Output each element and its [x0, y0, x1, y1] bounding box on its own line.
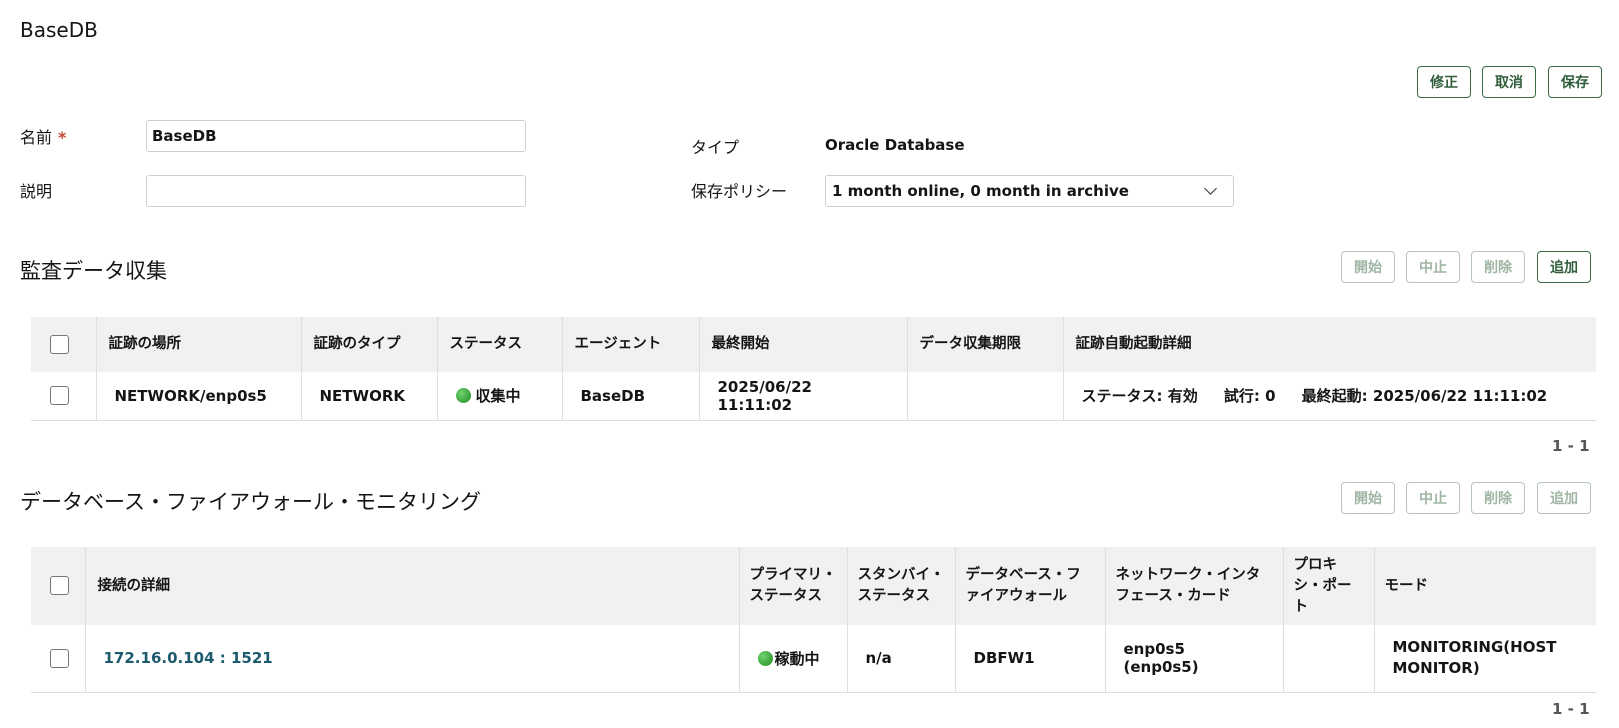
audit-table-header: 証跡の場所 証跡のタイプ ステータス エージェント 最終開始 データ収集期限 証…	[31, 317, 1596, 372]
trail-type: NETWORK	[301, 372, 438, 421]
audit-section-title: 監査データ収集	[20, 259, 167, 283]
firewall-stop-button[interactable]: 中止	[1406, 482, 1460, 514]
network-interface: enp0s5 (enp0s5)	[1105, 625, 1284, 693]
column-header[interactable]: モード	[1374, 547, 1596, 625]
proxy-port	[1283, 625, 1375, 693]
connection-details: 172.16.0.104 : 1521	[85, 625, 740, 693]
retention-select[interactable]: 1 month online, 0 month in archive	[825, 175, 1234, 207]
edit-button[interactable]: 修正	[1417, 66, 1471, 98]
trail-last-start: 2025/06/22 11:11:02	[699, 372, 908, 421]
firewall-start-button[interactable]: 開始	[1341, 482, 1395, 514]
trail-status: 収集中	[437, 372, 563, 421]
save-button[interactable]: 保存	[1548, 66, 1602, 98]
row-checkbox[interactable]	[50, 386, 69, 406]
name-label: 名前 *	[20, 128, 67, 147]
firewall-delete-button[interactable]: 削除	[1471, 482, 1525, 514]
cancel-button[interactable]: 取消	[1482, 66, 1536, 98]
select-all-cell	[31, 547, 86, 625]
chevron-down-icon	[1204, 182, 1217, 195]
monitoring-mode: MONITORING(HOST MONITOR)	[1374, 625, 1596, 693]
audit-start-button[interactable]: 開始	[1341, 251, 1395, 283]
firewall-section-title: データベース・ファイアウォール・モニタリング	[20, 490, 481, 514]
column-header[interactable]: プライマリ・ステータス	[739, 547, 848, 625]
status-green-icon	[757, 650, 773, 666]
select-all-cell	[31, 317, 97, 372]
column-header[interactable]: ネットワーク・インタフェース・カード	[1105, 547, 1284, 625]
column-header[interactable]: スタンバイ・ステータス	[847, 547, 956, 625]
required-mark: *	[58, 128, 67, 147]
firewall-table-header: 接続の詳細 プライマリ・ステータス スタンバイ・ステータス データベース・ファイ…	[31, 547, 1596, 625]
standby-status: n/a	[847, 625, 956, 693]
firewall-name: DBFW1	[955, 625, 1106, 693]
audit-table: 証跡の場所 証跡のタイプ ステータス エージェント 最終開始 データ収集期限 証…	[31, 317, 1596, 421]
audit-delete-button[interactable]: 削除	[1471, 251, 1525, 283]
name-field[interactable]: BaseDB	[146, 120, 526, 152]
trail-deadline	[907, 372, 1064, 421]
column-header[interactable]: 証跡自動起動詳細	[1063, 317, 1596, 372]
row-select-cell	[31, 625, 86, 693]
retention-value: 1 month online, 0 month in archive	[832, 182, 1129, 200]
row-select-cell	[31, 372, 97, 421]
column-header[interactable]: ステータス	[437, 317, 563, 372]
type-label: タイプ	[691, 138, 740, 157]
column-header[interactable]: 証跡の場所	[96, 317, 302, 372]
select-all-checkbox[interactable]	[50, 334, 69, 354]
column-header[interactable]: 最終開始	[699, 317, 908, 372]
column-header[interactable]: エージェント	[562, 317, 700, 372]
retention-label: 保存ポリシー	[691, 182, 788, 201]
table-row[interactable]: NETWORK/enp0s5 NETWORK 収集中 BaseDB 2025/0…	[31, 372, 1596, 421]
description-field[interactable]	[146, 175, 526, 207]
select-all-checkbox[interactable]	[50, 576, 69, 595]
firewall-add-button[interactable]: 追加	[1537, 482, 1591, 514]
audit-add-button[interactable]: 追加	[1537, 251, 1591, 283]
type-value: Oracle Database	[825, 136, 965, 154]
primary-status: 稼動中	[739, 625, 848, 693]
connection-link[interactable]: 172.16.0.104 : 1521	[104, 649, 273, 667]
column-header[interactable]: 接続の詳細	[85, 547, 740, 625]
row-checkbox[interactable]	[50, 648, 69, 668]
table-row[interactable]: 172.16.0.104 : 1521 稼動中 n/a DBFW1 enp0s5…	[31, 625, 1596, 693]
page-title: BaseDB	[20, 18, 98, 42]
column-header[interactable]: 証跡のタイプ	[301, 317, 438, 372]
trail-agent: BaseDB	[562, 372, 700, 421]
firewall-table: 接続の詳細 プライマリ・ステータス スタンバイ・ステータス データベース・ファイ…	[31, 547, 1596, 693]
firewall-pager: 1 - 1	[1552, 700, 1590, 718]
trail-location: NETWORK/enp0s5	[96, 372, 302, 421]
column-header[interactable]: プロキシ・ポート	[1283, 547, 1375, 625]
audit-stop-button[interactable]: 中止	[1406, 251, 1460, 283]
trail-auto-start-details: ステータス: 有効 試行: 0 最終起動: 2025/06/22 11:11:0…	[1063, 372, 1596, 421]
column-header[interactable]: データ収集期限	[907, 317, 1064, 372]
status-green-icon	[455, 388, 471, 404]
audit-pager: 1 - 1	[1552, 437, 1590, 455]
description-label: 説明	[20, 182, 53, 201]
column-header[interactable]: データベース・ファイアウォール	[955, 547, 1106, 625]
